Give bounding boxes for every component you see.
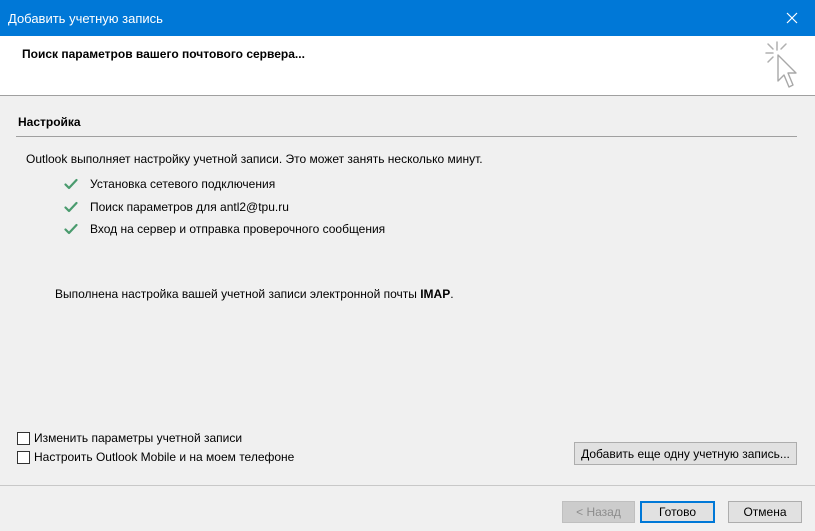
result-suffix: . bbox=[450, 287, 454, 301]
change-settings-checkbox[interactable]: Изменить параметры учетной записи bbox=[17, 431, 242, 445]
result-protocol: IMAP bbox=[420, 287, 451, 301]
cancel-button[interactable]: Отмена bbox=[728, 501, 802, 523]
close-button[interactable] bbox=[769, 0, 815, 36]
result-text: Выполнена настройка вашей учетной записи… bbox=[55, 287, 421, 301]
checkbox-label[interactable]: Изменить параметры учетной записи bbox=[34, 431, 242, 445]
step-item: Поиск параметров для antl2@tpu.ru bbox=[64, 196, 385, 219]
footer-divider bbox=[0, 485, 815, 486]
header-panel: Поиск параметров вашего почтового сервер… bbox=[0, 36, 815, 96]
page-heading: Поиск параметров вашего почтового сервер… bbox=[22, 47, 305, 61]
checkmark-icon bbox=[64, 179, 78, 190]
back-button[interactable]: < Назад bbox=[562, 501, 635, 523]
close-icon bbox=[786, 12, 798, 24]
window-title: Добавить учетную запись bbox=[8, 11, 163, 26]
checkbox-box[interactable] bbox=[17, 431, 30, 445]
step-label: Установка сетевого подключения bbox=[90, 177, 276, 192]
checkbox-label[interactable]: Настроить Outlook Mobile и на моем телеф… bbox=[34, 450, 294, 464]
progress-steps: Установка сетевого подключения Поиск пар… bbox=[64, 173, 385, 241]
section-divider bbox=[16, 136, 797, 137]
step-label: Поиск параметров для antl2@tpu.ru bbox=[90, 199, 289, 214]
result-message: Выполнена настройка вашей учетной записи… bbox=[55, 287, 454, 301]
checkmark-icon bbox=[64, 224, 78, 235]
checkmark-icon bbox=[64, 201, 78, 212]
checkbox-box[interactable] bbox=[17, 450, 30, 464]
step-item: Установка сетевого подключения bbox=[64, 173, 385, 196]
finish-button[interactable]: Готово bbox=[640, 501, 715, 523]
title-bar: Добавить учетную запись bbox=[0, 0, 815, 36]
cursor-sparkle-icon bbox=[765, 41, 797, 88]
step-item: Вход на сервер и отправка проверочного с… bbox=[64, 218, 385, 241]
setup-mobile-checkbox[interactable]: Настроить Outlook Mobile и на моем телеф… bbox=[17, 450, 294, 464]
add-another-account-button[interactable]: Добавить еще одну учетную запись... bbox=[574, 442, 797, 465]
section-title: Настройка bbox=[18, 115, 81, 129]
step-label: Вход на сервер и отправка проверочного с… bbox=[90, 222, 386, 237]
intro-text: Outlook выполняет настройку учетной запи… bbox=[26, 152, 483, 166]
